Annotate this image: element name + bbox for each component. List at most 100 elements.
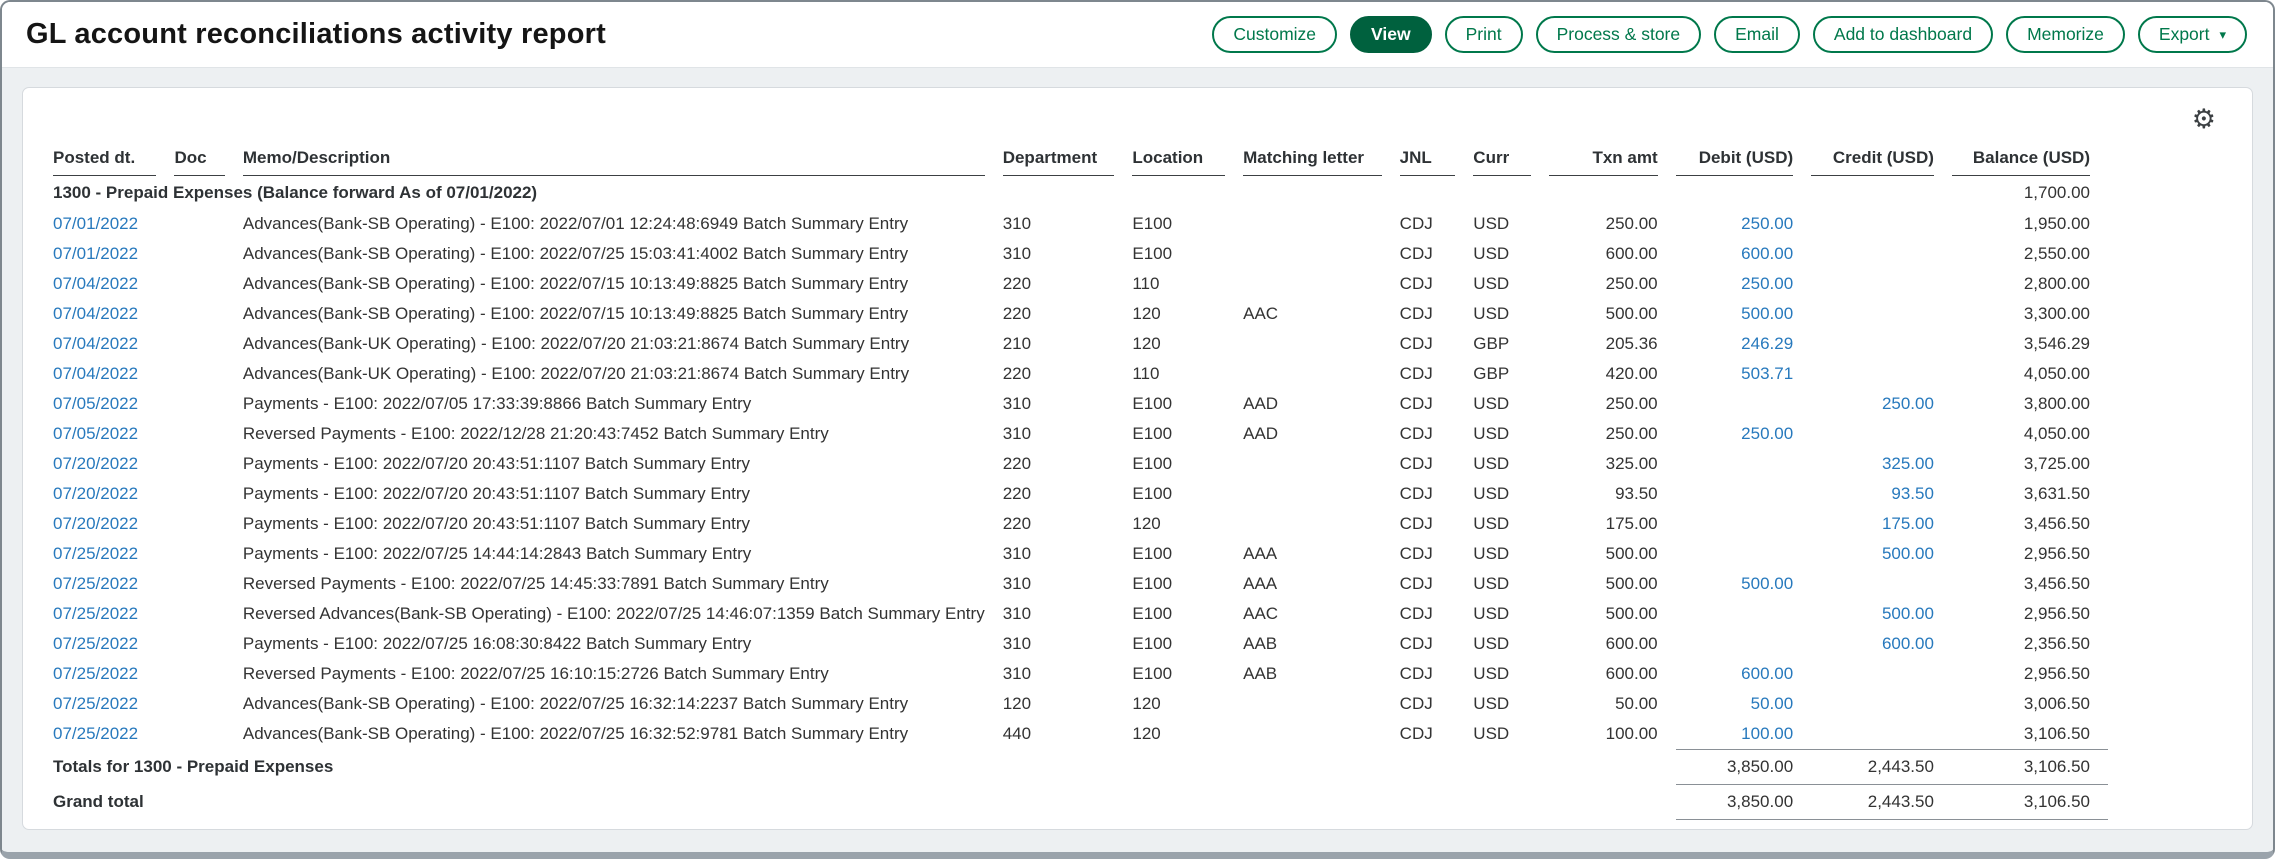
balance-cell: 2,956.50 xyxy=(1952,539,2108,569)
matching-letter-cell: AAC xyxy=(1243,299,1400,329)
doc-cell xyxy=(174,449,242,479)
location-cell: 120 xyxy=(1132,689,1243,719)
account-group-header-row: 1300 - Prepaid Expenses (Balance forward… xyxy=(53,176,2108,209)
debit-amount-link[interactable]: 500.00 xyxy=(1676,299,1812,329)
posted-date-link[interactable]: 07/05/2022 xyxy=(53,389,174,419)
debit-amount-link[interactable]: 600.00 xyxy=(1676,659,1812,689)
credit-amount-link[interactable]: 175.00 xyxy=(1811,509,1952,539)
txn-amt-cell: 250.00 xyxy=(1549,419,1676,449)
table-row: 07/25/2022 Reversed Payments - E100: 202… xyxy=(53,659,2108,689)
doc-cell xyxy=(174,359,242,389)
posted-date-link[interactable]: 07/25/2022 xyxy=(53,599,174,629)
credit-amount-link[interactable]: 500.00 xyxy=(1811,599,1952,629)
credit-amount-link[interactable] xyxy=(1811,239,1952,269)
debit-amount-link[interactable] xyxy=(1676,599,1812,629)
credit-amount-link[interactable]: 93.50 xyxy=(1811,479,1952,509)
credit-amount-link[interactable] xyxy=(1811,359,1952,389)
matching-letter-cell xyxy=(1243,689,1400,719)
credit-amount-link[interactable] xyxy=(1811,659,1952,689)
group-debit-empty xyxy=(1676,176,1812,209)
posted-date-link[interactable]: 07/25/2022 xyxy=(53,659,174,689)
debit-amount-link[interactable] xyxy=(1676,509,1812,539)
credit-amount-link[interactable] xyxy=(1811,569,1952,599)
debit-amount-link[interactable]: 250.00 xyxy=(1676,419,1812,449)
posted-date-link[interactable]: 07/20/2022 xyxy=(53,479,174,509)
print-button[interactable]: Print xyxy=(1445,16,1523,53)
debit-amount-link[interactable]: 600.00 xyxy=(1676,239,1812,269)
credit-amount-link[interactable] xyxy=(1811,329,1952,359)
col-header-debit-usd: Debit (USD) xyxy=(1676,143,1812,176)
credit-amount-link[interactable]: 500.00 xyxy=(1811,539,1952,569)
credit-amount-link[interactable] xyxy=(1811,299,1952,329)
posted-date-link[interactable]: 07/25/2022 xyxy=(53,719,174,750)
debit-amount-link[interactable] xyxy=(1676,539,1812,569)
balance-cell: 3,800.00 xyxy=(1952,389,2108,419)
debit-amount-link[interactable]: 250.00 xyxy=(1676,269,1812,299)
debit-amount-link[interactable]: 50.00 xyxy=(1676,689,1812,719)
debit-amount-link[interactable] xyxy=(1676,389,1812,419)
doc-cell xyxy=(174,479,242,509)
memorize-button[interactable]: Memorize xyxy=(2006,16,2125,53)
credit-amount-link[interactable] xyxy=(1811,419,1952,449)
curr-cell: USD xyxy=(1473,449,1549,479)
location-cell: E100 xyxy=(1132,209,1243,239)
credit-amount-link[interactable] xyxy=(1811,209,1952,239)
export-button[interactable]: Export ▾ xyxy=(2138,16,2247,53)
posted-date-link[interactable]: 07/25/2022 xyxy=(53,689,174,719)
email-button[interactable]: Email xyxy=(1714,16,1800,53)
customize-button[interactable]: Customize xyxy=(1212,16,1337,53)
process-store-button[interactable]: Process & store xyxy=(1536,16,1702,53)
posted-date-link[interactable]: 07/05/2022 xyxy=(53,419,174,449)
location-cell: E100 xyxy=(1132,629,1243,659)
table-row: 07/05/2022 Payments - E100: 2022/07/05 1… xyxy=(53,389,2108,419)
debit-amount-link[interactable] xyxy=(1676,449,1812,479)
txn-amt-cell: 250.00 xyxy=(1549,269,1676,299)
table-row: 07/01/2022 Advances(Bank-SB Operating) -… xyxy=(53,239,2108,269)
matching-letter-cell xyxy=(1243,359,1400,389)
posted-date-link[interactable]: 07/04/2022 xyxy=(53,299,174,329)
debit-amount-link[interactable] xyxy=(1676,479,1812,509)
posted-date-link[interactable]: 07/04/2022 xyxy=(53,269,174,299)
debit-amount-link[interactable] xyxy=(1676,629,1812,659)
table-row: 07/25/2022 Payments - E100: 2022/07/25 1… xyxy=(53,539,2108,569)
credit-amount-link[interactable] xyxy=(1811,689,1952,719)
curr-cell: USD xyxy=(1473,479,1549,509)
posted-date-link[interactable]: 07/20/2022 xyxy=(53,449,174,479)
debit-amount-link[interactable]: 100.00 xyxy=(1676,719,1812,750)
settings-gear-icon[interactable]: ⚙ xyxy=(2192,106,2216,133)
posted-date-link[interactable]: 07/25/2022 xyxy=(53,569,174,599)
debit-amount-link[interactable]: 500.00 xyxy=(1676,569,1812,599)
posted-date-link[interactable]: 07/01/2022 xyxy=(53,239,174,269)
credit-amount-link[interactable]: 325.00 xyxy=(1811,449,1952,479)
doc-cell xyxy=(174,419,242,449)
txn-amt-cell: 175.00 xyxy=(1549,509,1676,539)
debit-amount-link[interactable]: 503.71 xyxy=(1676,359,1812,389)
posted-date-link[interactable]: 07/04/2022 xyxy=(53,359,174,389)
credit-amount-link[interactable]: 600.00 xyxy=(1811,629,1952,659)
table-header: Posted dt. Doc Memo/Description Departme… xyxy=(53,143,2108,176)
balance-cell: 2,550.00 xyxy=(1952,239,2108,269)
posted-date-link[interactable]: 07/20/2022 xyxy=(53,509,174,539)
memo-description-cell: Advances(Bank-UK Operating) - E100: 2022… xyxy=(243,359,1003,389)
memo-description-cell: Payments - E100: 2022/07/25 16:08:30:842… xyxy=(243,629,1003,659)
memo-description-cell: Payments - E100: 2022/07/20 20:43:51:110… xyxy=(243,479,1003,509)
jnl-cell: CDJ xyxy=(1400,569,1474,599)
department-cell: 220 xyxy=(1003,299,1133,329)
credit-amount-link[interactable]: 250.00 xyxy=(1811,389,1952,419)
department-cell: 310 xyxy=(1003,389,1133,419)
debit-amount-link[interactable]: 250.00 xyxy=(1676,209,1812,239)
location-cell: 120 xyxy=(1132,329,1243,359)
credit-amount-link[interactable] xyxy=(1811,719,1952,750)
posted-date-link[interactable]: 07/01/2022 xyxy=(53,209,174,239)
posted-date-link[interactable]: 07/25/2022 xyxy=(53,629,174,659)
credit-amount-link[interactable] xyxy=(1811,269,1952,299)
jnl-cell: CDJ xyxy=(1400,509,1474,539)
add-to-dashboard-button[interactable]: Add to dashboard xyxy=(1813,16,1993,53)
posted-date-link[interactable]: 07/25/2022 xyxy=(53,539,174,569)
debit-amount-link[interactable]: 246.29 xyxy=(1676,329,1812,359)
view-button[interactable]: View xyxy=(1350,16,1432,53)
curr-cell: USD xyxy=(1473,239,1549,269)
posted-date-link[interactable]: 07/04/2022 xyxy=(53,329,174,359)
doc-cell xyxy=(174,209,242,239)
location-cell: E100 xyxy=(1132,659,1243,689)
